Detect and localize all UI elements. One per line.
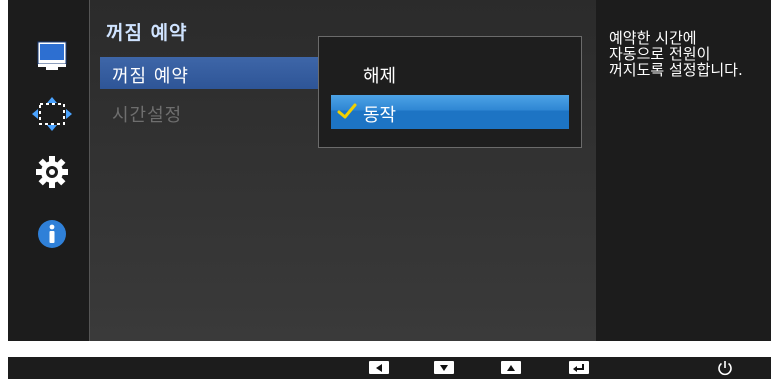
option-enable-label: 동작 [363,105,397,126]
menu-title: 꺼짐 예약 [106,22,188,44]
gear-icon[interactable] [34,154,70,190]
option-disable[interactable]: 해제 [363,62,396,88]
position-arrows-icon[interactable] [30,96,74,132]
menu-item-off-timer[interactable]: 꺼짐 예약 [100,57,320,89]
monitor-icon[interactable] [32,38,72,74]
checkmark-icon [337,101,357,126]
key-guide-bar [8,357,771,379]
menu-item-label: 꺼짐 예약 [112,66,189,87]
up-arrow-icon[interactable] [501,361,521,374]
power-icon[interactable] [716,359,734,377]
left-arrow-icon[interactable] [369,361,389,374]
submenu-dropdown: 해제 동작 [318,36,582,148]
down-arrow-icon[interactable] [434,361,454,374]
enter-icon[interactable] [569,361,589,374]
option-enable[interactable]: 동작 [331,95,569,129]
help-description: 예약한 시간에 자동으로 전원이 꺼지도록 설정합니다. [609,29,743,79]
info-icon[interactable] [36,218,68,250]
menu-item-time-setting[interactable]: 시간설정 [112,101,182,127]
